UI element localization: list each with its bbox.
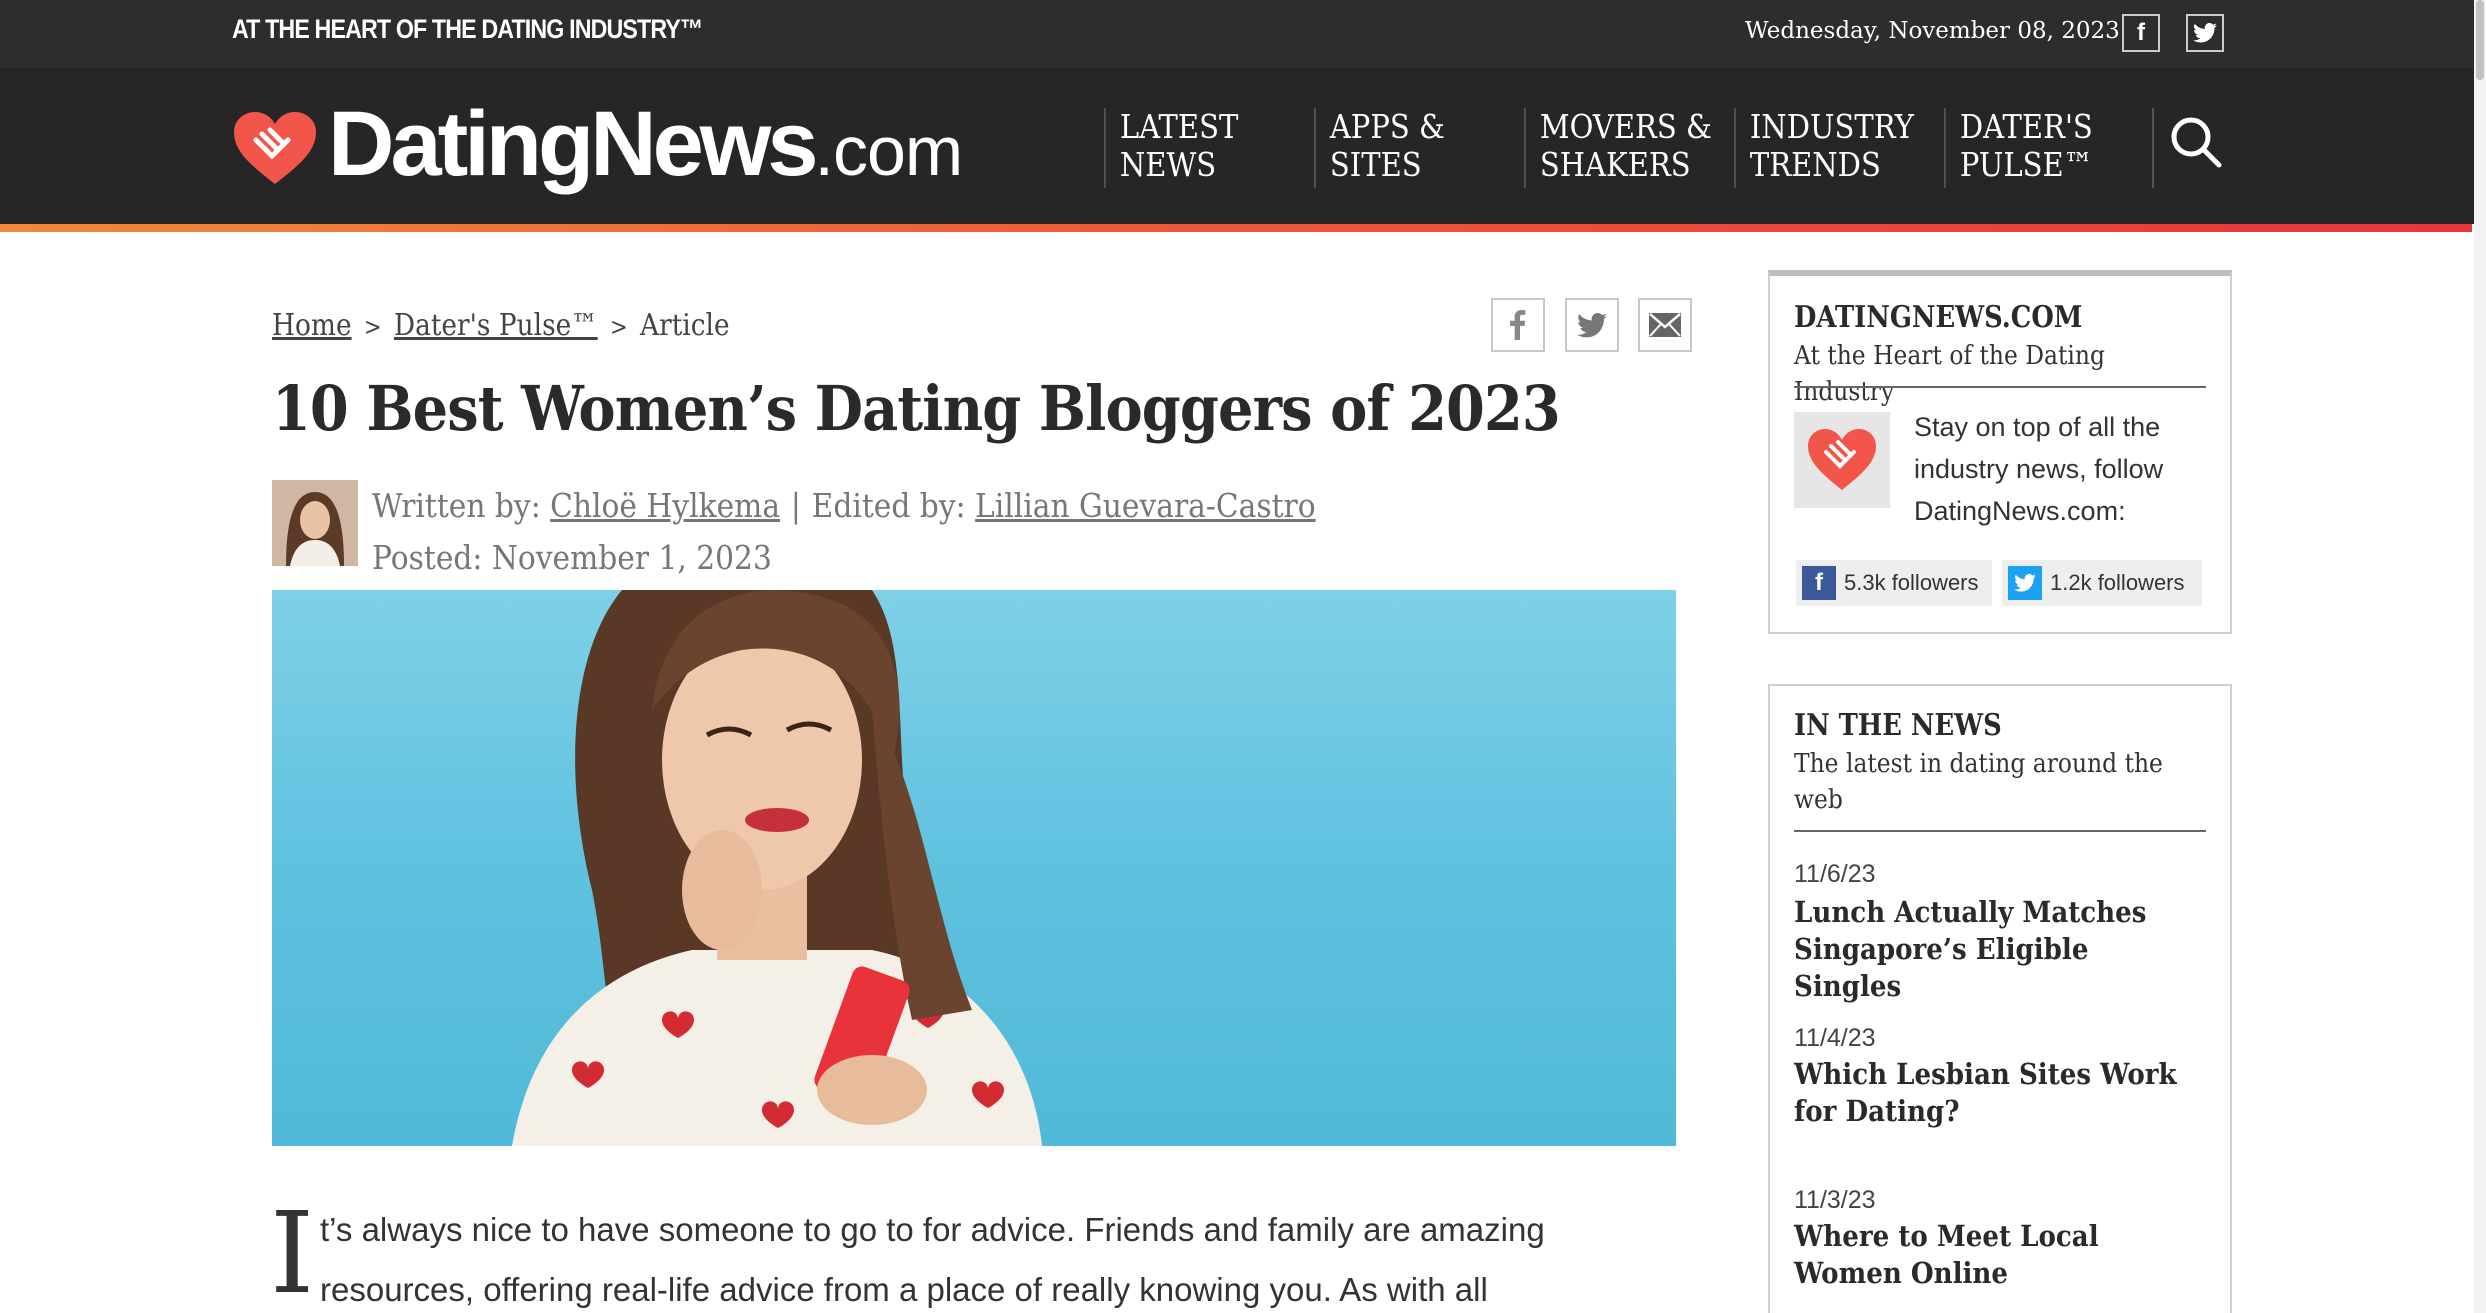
- author-portrait: [272, 480, 358, 566]
- nav-divider: [2152, 108, 2154, 188]
- nav-label-line2: NEWS: [1119, 145, 1217, 184]
- top-bar: AT THE HEART OF THE DATING INDUSTRY™ Wed…: [0, 0, 2486, 68]
- article-body-paragraph: t’s always nice to have someone to go to…: [320, 1211, 1545, 1308]
- article-byline: Written by: Chloë Hylkema | Edited by: Lil…: [372, 480, 1316, 584]
- breadcrumb-separator: >: [363, 313, 382, 341]
- nav-industry-trends[interactable]: INDUSTRY TRENDS: [1734, 108, 1914, 188]
- facebook-icon: f: [1802, 566, 1836, 600]
- twitter-icon: [2008, 566, 2042, 600]
- news-item-link[interactable]: Which Lesbian Sites Work for Dating?: [1794, 1056, 2181, 1130]
- nav-label-line1: INDUSTRY: [1749, 107, 1914, 146]
- news-item-link[interactable]: Where to Meet Local Women Online: [1794, 1218, 2181, 1292]
- nav-label-line1: LATEST: [1119, 107, 1239, 146]
- posted-date: Posted: November 1, 2023: [372, 538, 772, 577]
- article-hero-image: [272, 590, 1676, 1146]
- logo-tld-text: .com: [814, 112, 964, 190]
- article-title: 10 Best Women’s Dating Bloggers of 2023: [272, 372, 1561, 445]
- about-box-title: DATINGNEWS.COM: [1794, 300, 2083, 335]
- news-item-date: 11/6/23: [1794, 860, 1876, 888]
- nav-label-line1: DATER'S: [1959, 107, 2093, 146]
- woman-with-phone-illustration: [512, 590, 1042, 1146]
- nav-label-line2: SITES: [1329, 145, 1422, 184]
- heart-logo-icon: [1808, 429, 1876, 490]
- nav-label-line1: APPS &: [1329, 107, 1445, 146]
- breadcrumb: Home > Dater's Pulse™ > Article: [272, 308, 730, 343]
- news-item-date: 11/4/23: [1794, 1024, 1876, 1052]
- twitter-follow-button[interactable]: 1.2k followers: [2002, 560, 2202, 606]
- heart-logo-icon: [234, 112, 316, 184]
- facebook-icon[interactable]: f: [2122, 14, 2160, 52]
- byline-credits: Written by: Chloë Hylkema | Edited by: Lil…: [372, 480, 1316, 532]
- share-facebook-button[interactable]: [1491, 298, 1545, 352]
- scrollbar-thumb[interactable]: [2476, 0, 2484, 80]
- logo-main-text: DatingNews: [328, 93, 819, 195]
- nav-movers-shakers[interactable]: MOVERS & SHAKERS: [1524, 108, 1712, 188]
- twitter-bird-glyph: [2014, 574, 2036, 592]
- nav-label-line2: TRENDS: [1749, 145, 1881, 184]
- logo-wordmark: DatingNews.com: [328, 92, 964, 197]
- twitter-icon[interactable]: [2186, 14, 2224, 52]
- current-date: Wednesday, November 08, 2023: [1745, 18, 2120, 44]
- editor-link[interactable]: Lillian Guevara-Castro: [975, 486, 1316, 525]
- in-the-news-title: IN THE NEWS: [1794, 708, 2002, 743]
- page-scrollbar[interactable]: [2474, 0, 2486, 1313]
- nav-daters-pulse[interactable]: DATER'S PULSE™: [1944, 108, 2093, 188]
- share-email-button[interactable]: [1638, 298, 1692, 352]
- in-the-news-subtitle: The latest in dating around the web: [1794, 749, 2163, 815]
- article-drop-cap: I: [270, 1189, 315, 1313]
- news-item-link[interactable]: Lunch Actually Matches Singapore’s Eligi…: [1794, 894, 2181, 1005]
- nav-label-line2: PULSE™: [1959, 145, 2093, 184]
- facebook-follower-count: 5.3k followers: [1844, 570, 1979, 595]
- breadcrumb-separator: >: [609, 313, 628, 341]
- news-item-date: 11/3/23: [1794, 1186, 1876, 1214]
- facebook-icon: [1510, 310, 1526, 340]
- follow-prompt-text: Stay on top of all the industry news, fo…: [1914, 412, 2164, 526]
- breadcrumb-section[interactable]: Dater's Pulse™: [394, 308, 598, 343]
- header-accent-stripe: [0, 224, 2472, 232]
- author-avatar: [272, 480, 358, 566]
- nav-apps-sites[interactable]: APPS & SITES: [1314, 108, 1445, 188]
- divider: [1794, 386, 2206, 388]
- search-icon[interactable]: [2170, 116, 2222, 168]
- sidebar-logo: [1794, 412, 1890, 508]
- breadcrumb-current: Article: [640, 308, 730, 343]
- breadcrumb-home[interactable]: Home: [272, 308, 352, 343]
- site-tagline: AT THE HEART OF THE DATING INDUSTRY™: [232, 14, 703, 44]
- twitter-bird-glyph: [2193, 23, 2217, 43]
- byline-divider: |: [790, 486, 801, 525]
- nav-label-line2: SHAKERS: [1539, 145, 1691, 184]
- author-link[interactable]: Chloë Hylkema: [550, 486, 780, 525]
- written-by-label: Written by:: [372, 486, 541, 525]
- divider: [1794, 830, 2206, 832]
- nav-latest-news[interactable]: LATEST NEWS: [1104, 108, 1238, 188]
- edited-by-label: Edited by:: [811, 486, 966, 525]
- twitter-follower-count: 1.2k followers: [2050, 570, 2185, 595]
- email-icon: [1649, 313, 1681, 337]
- about-box-subtitle: At the Heart of the Dating Industry: [1794, 341, 2105, 407]
- nav-label-line1: MOVERS &: [1539, 107, 1712, 146]
- share-twitter-button[interactable]: [1565, 298, 1619, 352]
- twitter-icon: [1577, 312, 1607, 337]
- facebook-follow-button[interactable]: f 5.3k followers: [1796, 560, 1992, 606]
